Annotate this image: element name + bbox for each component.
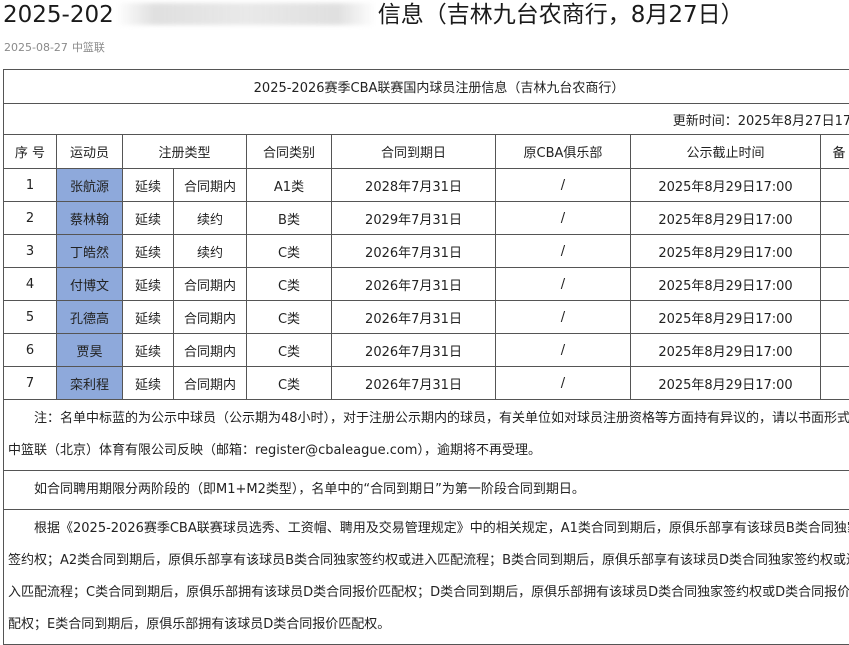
article-date: 2025-08-27 [4,41,68,54]
cell-player-name: 贾昊 [57,334,123,367]
cell-expire-date: 2026年7月31日 [332,235,496,268]
cell-reg-subtype: 合同期内 [174,268,247,301]
cell-remark [821,268,849,301]
cell-former-club: / [496,169,631,202]
cell-no: 5 [4,301,57,334]
header-reg-type: 注册类型 [123,135,247,169]
cell-no: 4 [4,268,57,301]
cell-former-club: / [496,367,631,400]
cell-deadline: 2025年8月29日17:00 [631,169,821,202]
cell-former-club: / [496,268,631,301]
cell-contract-type: C类 [247,367,332,400]
cell-reg-subtype: 续约 [174,235,247,268]
table-row: 3 丁皓然 延续 续约 C类 2026年7月31日 / 2025年8月29日17… [4,235,849,268]
cell-reg-subtype: 合同期内 [174,301,247,334]
cell-player-name: 丁皓然 [57,235,123,268]
redacted-title-region [116,3,376,25]
cell-contract-type: A1类 [247,169,332,202]
cell-no: 7 [4,367,57,400]
header-remark: 备 注 [821,135,849,169]
cell-reg-type: 延续 [123,334,174,367]
cell-reg-type: 延续 [123,169,174,202]
table-row: 5 孔德高 延续 合同期内 C类 2026年7月31日 / 2025年8月29日… [4,301,849,334]
cell-remark [821,367,849,400]
table-row: 6 贾昊 延续 合同期内 C类 2026年7月31日 / 2025年8月29日1… [4,334,849,367]
cell-reg-type: 延续 [123,235,174,268]
cell-reg-subtype: 合同期内 [174,334,247,367]
header-contract-type: 合同类别 [247,135,332,169]
cell-deadline: 2025年8月29日17:00 [631,301,821,334]
cell-no: 1 [4,169,57,202]
cell-player-name: 付博文 [57,268,123,301]
cell-reg-type: 延续 [123,268,174,301]
cell-former-club: / [496,334,631,367]
cell-no: 2 [4,202,57,235]
article-title-left: 2025-202 [3,0,114,30]
table-row: 7 栾利程 延续 合同期内 C类 2026年7月31日 / 2025年8月29日… [4,367,849,400]
cell-player-name: 孔德高 [57,301,123,334]
article-meta: 2025-08-27 中篮联 [4,39,105,55]
cell-remark [821,301,849,334]
cell-contract-type: C类 [247,268,332,301]
cell-expire-date: 2029年7月31日 [332,202,496,235]
cell-player-name: 栾利程 [57,367,123,400]
article-source-link[interactable]: 中篮联 [72,41,105,54]
cell-contract-type: B类 [247,202,332,235]
cell-deadline: 2025年8月29日17:00 [631,334,821,367]
cell-expire-date: 2026年7月31日 [332,367,496,400]
header-former-club: 原CBA俱乐部 [496,135,631,169]
cell-reg-subtype: 合同期内 [174,367,247,400]
cell-remark [821,169,849,202]
cell-reg-type: 延续 [123,202,174,235]
cell-reg-type: 延续 [123,301,174,334]
cell-contract-type: C类 [247,301,332,334]
cell-remark [821,334,849,367]
table-caption: 2025-2026赛季CBA联赛国内球员注册信息（吉林九台农商行） [4,70,849,104]
cell-deadline: 2025年8月29日17:00 [631,235,821,268]
cell-contract-type: C类 [247,235,332,268]
note-contract-rules: 根据《2025-2026赛季CBA联赛球员选秀、工资帽、聘用及交易管理规定》中的… [4,510,849,645]
cell-former-club: / [496,202,631,235]
cell-no: 6 [4,334,57,367]
cell-expire-date: 2026年7月31日 [332,334,496,367]
cell-expire-date: 2026年7月31日 [332,268,496,301]
note-objection: 注：名单中标蓝的为公示中球员（公示期为48小时），对于注册公示期内的球员，有关单… [4,400,849,471]
header-expire-date: 合同到期日 [332,135,496,169]
update-time: 更新时间：2025年8月27日17:00 [4,104,849,135]
table-row: 4 付博文 延续 合同期内 C类 2026年7月31日 / 2025年8月29日… [4,268,849,301]
cell-former-club: / [496,235,631,268]
table-header-row: 序 号 运动员 注册类型 合同类别 合同到期日 原CBA俱乐部 公示截止时间 备… [4,135,849,169]
cell-reg-subtype: 续约 [174,202,247,235]
cell-remark [821,235,849,268]
header-no: 序 号 [4,135,57,169]
cell-contract-type: C类 [247,334,332,367]
registration-table: 2025-2026赛季CBA联赛国内球员注册信息（吉林九台农商行） 更新时间：2… [3,69,849,645]
article-title: 2025-202 信息（吉林九台农商行，8月27日） [3,0,849,34]
cell-deadline: 2025年8月29日17:00 [631,202,821,235]
cell-expire-date: 2026年7月31日 [332,301,496,334]
cell-player-name: 张航源 [57,169,123,202]
cell-deadline: 2025年8月29日17:00 [631,268,821,301]
cell-former-club: / [496,301,631,334]
cell-deadline: 2025年8月29日17:00 [631,367,821,400]
article-title-right: 信息（吉林九台农商行，8月27日） [378,2,744,28]
cell-reg-subtype: 合同期内 [174,169,247,202]
cell-no: 3 [4,235,57,268]
cell-reg-type: 延续 [123,367,174,400]
header-deadline: 公示截止时间 [631,135,821,169]
cell-expire-date: 2028年7月31日 [332,169,496,202]
cell-player-name: 蔡林翰 [57,202,123,235]
header-player: 运动员 [57,135,123,169]
table-row: 2 蔡林翰 延续 续约 B类 2029年7月31日 / 2025年8月29日17… [4,202,849,235]
note-contract-stage: 如合同聘用期限分两阶段的（即M1+M2类型），名单中的“合同到期日”为第一阶段合… [4,471,849,510]
cell-remark [821,202,849,235]
table-row: 1 张航源 延续 合同期内 A1类 2028年7月31日 / 2025年8月29… [4,169,849,202]
